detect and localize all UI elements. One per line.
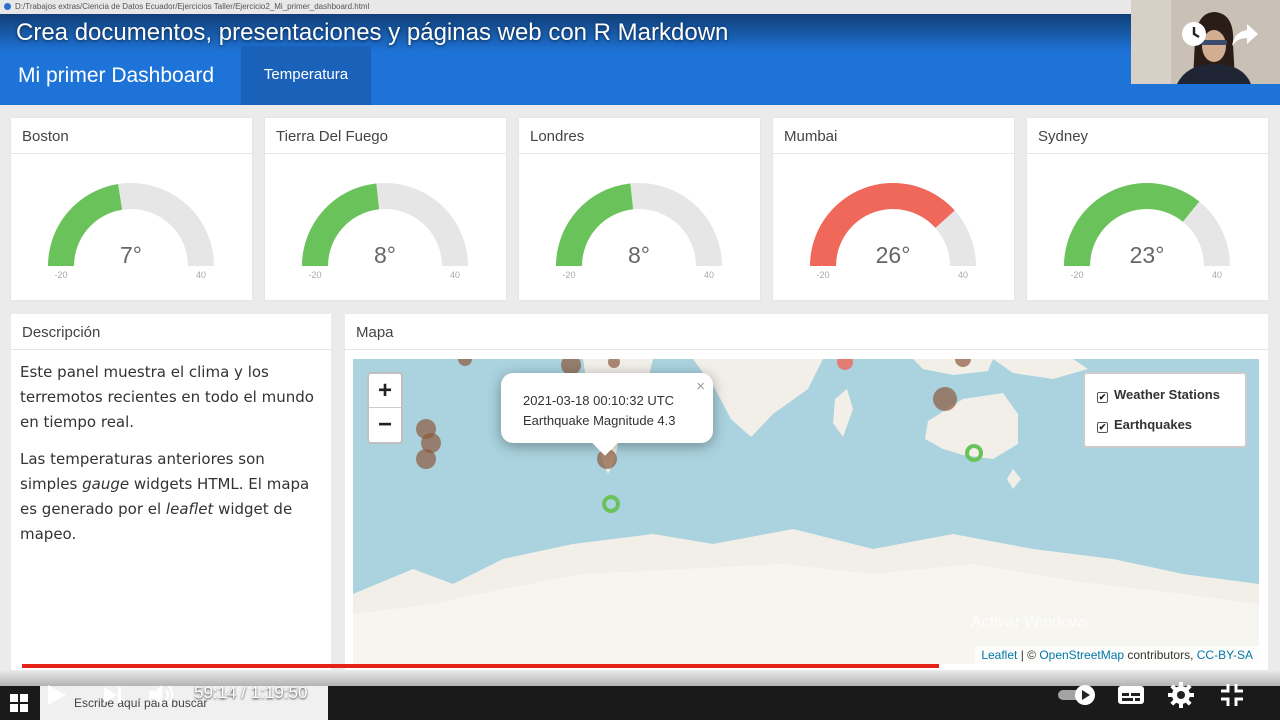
watch-later-icon[interactable] [1180,20,1208,48]
browser-icon [4,3,11,10]
gauge-fill [48,184,123,266]
gauge-min-label: -20 [1070,270,1083,280]
video-progress-played [22,664,940,668]
text: contributors, [1124,648,1197,662]
popup-close-button[interactable]: × [696,377,705,397]
layer-toggle-weather-stations[interactable]: ✔ Weather Stations [1097,384,1233,414]
gauge-londres: 8° -20 40 [556,183,722,280]
zoom-control: + − [367,372,403,444]
popup-datetime: 2021-03-18 00:10:32 UTC [523,393,675,408]
gauge-sydney: 23° -20 40 [1064,183,1230,280]
gauge-title: Londres [519,118,760,154]
tab-temperatura[interactable]: Temperatura [241,46,371,105]
earthquake-marker [955,359,971,367]
gauge-card-boston: Boston 7° -20 40 [11,118,252,300]
layer-label: Weather Stations [1114,387,1220,402]
video-progress-bar[interactable] [22,664,1258,668]
zoom-out-button[interactable]: − [369,408,401,442]
osm-link[interactable]: OpenStreetMap [1039,648,1124,662]
gauge-value: 8° [374,242,396,268]
windows-watermark: Activar Windows [971,614,1090,631]
weather-station-marker [965,444,983,462]
gauge-max-label: 40 [1212,270,1222,280]
gauge-min-label: -20 [816,270,829,280]
dashboard-title[interactable]: Mi primer Dashboard [18,64,214,88]
description-body: Este panel muestra el clima y los terrem… [11,350,331,569]
gauge-card-tierra-del-fuego: Tierra Del Fuego 8° -20 40 [265,118,506,300]
leaflet-link[interactable]: Leaflet [981,648,1017,662]
weather-station-marker [837,359,853,370]
earthquake-marker [416,449,436,469]
map-attribution: Leaflet | © OpenStreetMap contributors, … [975,646,1259,664]
windows-start-icon[interactable] [10,694,28,712]
gauge-title: Boston [11,118,252,154]
browser-path-bar: D:/Trabajos extras/Ciencia de Datos Ecua… [0,0,1280,14]
gauge-value: 23° [1130,242,1165,268]
file-path: D:/Trabajos extras/Ciencia de Datos Ecua… [15,2,370,11]
layer-label: Earthquakes [1114,417,1193,432]
volume-icon[interactable] [147,682,177,708]
gauge-card-londres: Londres 8° -20 40 [519,118,760,300]
weather-station-marker [602,495,620,513]
gauge-min-label: -20 [54,270,67,280]
gauge-fill [302,183,380,266]
earthquake-popup: × 2021-03-18 00:10:32 UTC Earthquake Mag… [501,373,713,456]
gauge-max-label: 40 [958,270,968,280]
video-title[interactable]: Crea documentos, presentaciones y página… [16,19,728,47]
subtitles-icon[interactable] [1117,684,1145,706]
next-icon[interactable] [102,684,124,706]
gauge-max-label: 40 [450,270,460,280]
description-paragraph-1: Este panel muestra el clima y los terrem… [20,363,314,431]
earthquake-marker [933,387,957,411]
autoplay-toggle-icon[interactable] [1058,684,1100,706]
zoom-in-button[interactable]: + [369,374,401,408]
map-card: Mapa + − × 2021-03-18 00:10:32 UTC Earth… [345,314,1268,670]
gauge-title: Tierra Del Fuego [265,118,506,154]
gauge-boston: 7° -20 40 [48,183,214,280]
earthquake-marker [458,359,472,366]
checkbox-checked-icon[interactable]: ✔ [1097,422,1108,433]
gauge-max-label: 40 [196,270,206,280]
layer-toggle-earthquakes[interactable]: ✔ Earthquakes [1097,414,1233,444]
video-time: 59:14 / 1:19:50 [194,683,308,702]
gauge-fill [556,183,634,266]
gauge-tierra-del-fuego: 8° -20 40 [302,183,468,280]
emphasis-gauge: gauge [82,475,130,493]
description-paragraph-2: Las temperaturas anteriores son simples … [20,447,322,547]
popup-magnitude: Earthquake Magnitude 4.3 [523,413,676,428]
gauge-value: 7° [120,242,142,268]
gauge-title: Mumbai [773,118,1014,154]
gauge-max-label: 40 [704,270,714,280]
gauge-card-mumbai: Mumbai 26° -20 40 [773,118,1014,300]
gauge-min-label: -20 [562,270,575,280]
screen: D:/Trabajos extras/Ciencia de Datos Ecua… [0,0,1280,720]
description-card: Descripción Este panel muestra el clima … [11,314,331,670]
map-title: Mapa [345,314,1268,350]
gauge-value: 8° [628,242,650,268]
gauge-title: Sydney [1027,118,1268,154]
emphasis-leaflet: leaflet [165,500,214,518]
text: | © [1017,648,1040,662]
exit-fullscreen-icon[interactable] [1219,682,1245,708]
gauge-value: 26° [876,242,911,268]
gauge-min-label: -20 [308,270,321,280]
layers-control: ✔ Weather Stations ✔ Earthquakes [1083,372,1247,448]
play-icon[interactable] [44,683,68,707]
leaflet-map[interactable]: + − × 2021-03-18 00:10:32 UTC Earthquake… [353,359,1259,664]
gauge-card-sydney: Sydney 23° -20 40 [1027,118,1268,300]
license-link[interactable]: CC-BY-SA [1197,648,1253,662]
settings-gear-icon[interactable] [1168,682,1194,708]
checkbox-checked-icon[interactable]: ✔ [1097,392,1108,403]
gauge-mumbai: 26° -20 40 [810,183,976,280]
description-title: Descripción [11,314,331,350]
share-icon[interactable] [1230,20,1260,48]
earthquake-marker [608,359,620,368]
